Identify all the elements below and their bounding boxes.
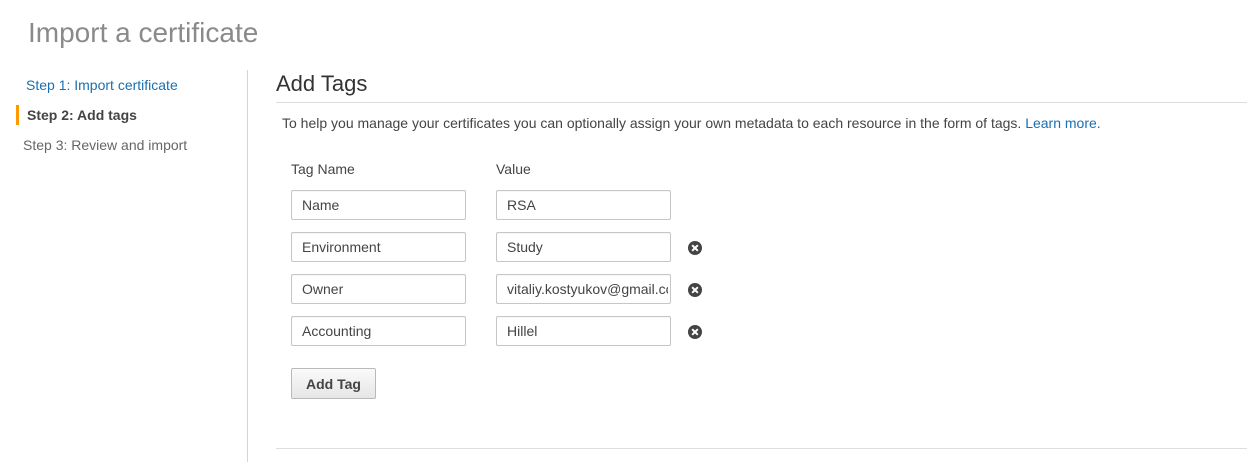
tag-name-input[interactable] [291, 190, 466, 220]
learn-more-link[interactable]: Learn more. [1025, 115, 1100, 131]
steps-sidebar: Step 1: Import certificate Step 2: Add t… [0, 70, 248, 462]
tag-value-input[interactable] [496, 190, 671, 220]
description: To help you manage your certificates you… [282, 115, 1101, 131]
divider [276, 102, 1247, 103]
step-import-certificate[interactable]: Step 1: Import certificate [16, 75, 178, 95]
step-add-tags: Step 2: Add tags [16, 105, 137, 125]
close-circle-icon[interactable] [688, 325, 702, 339]
tag-name-input[interactable] [291, 274, 466, 304]
add-tag-button[interactable]: Add Tag [291, 368, 376, 399]
tag-value-input[interactable] [496, 316, 671, 346]
column-header-value: Value [496, 161, 531, 177]
tag-value-input[interactable] [496, 232, 671, 262]
description-text: To help you manage your certificates you… [282, 115, 1022, 131]
close-circle-icon[interactable] [688, 241, 702, 255]
page-title: Import a certificate [28, 17, 259, 48]
step-review-and-import: Step 3: Review and import [23, 137, 188, 153]
close-circle-icon[interactable] [688, 283, 702, 297]
section-title: Add Tags [276, 71, 368, 96]
tag-name-input[interactable] [291, 316, 466, 346]
footer-divider [276, 448, 1247, 449]
tag-name-input[interactable] [291, 232, 466, 262]
tag-value-input[interactable] [496, 274, 671, 304]
column-header-tag-name: Tag Name [291, 161, 355, 177]
